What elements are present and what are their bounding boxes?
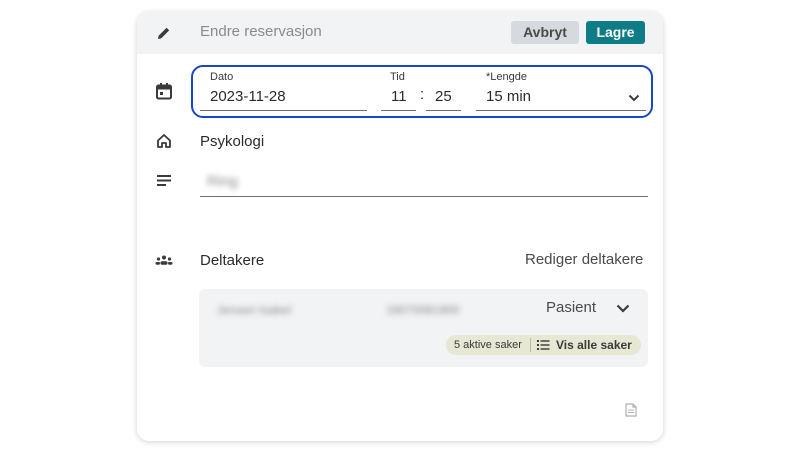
edit-participants-button[interactable]: Rediger deltakere [525, 251, 643, 268]
chevron-down-icon[interactable] [616, 304, 630, 313]
hour-underline [381, 110, 416, 111]
group-icon [155, 255, 173, 265]
time-separator: : [420, 86, 425, 103]
cases-divider [530, 338, 531, 352]
chevron-down-icon[interactable] [628, 94, 640, 102]
minute-underline [426, 110, 461, 111]
date-input[interactable]: 2023-11-28 [210, 88, 286, 105]
cancel-button[interactable]: Avbryt [511, 21, 579, 44]
minute-input[interactable]: 25 [435, 88, 452, 105]
description-input[interactable]: Ring [200, 166, 648, 197]
card-header: Endre reservasjon Avbryt Lagre [137, 12, 663, 54]
date-underline [200, 110, 367, 111]
participant-card[interactable]: Jensen Isabel 19070081900 Pasient 5 akti… [199, 289, 648, 367]
pencil-icon [158, 27, 170, 39]
notes-icon [157, 175, 171, 186]
location-name: Psykologi [200, 133, 265, 150]
time-label: Tid [390, 71, 405, 83]
length-label: *Lengde [486, 71, 527, 83]
cases-badge[interactable]: 5 aktive saker Vis alle saker [446, 335, 641, 355]
datetime-group: Dato 2023-11-28 Tid 11 : 25 *Lengde 15 m… [191, 65, 653, 118]
show-all-cases-link[interactable]: Vis alle saker [556, 338, 632, 352]
edit-reservation-card: Endre reservasjon Avbryt Lagre Dato 2023… [137, 12, 663, 441]
document-icon[interactable] [625, 403, 637, 417]
description-value: Ring [207, 173, 238, 190]
home-icon [157, 134, 171, 148]
active-cases-count: 5 aktive saker [454, 339, 522, 351]
length-underline [476, 110, 646, 111]
hour-input[interactable]: 11 [391, 88, 407, 105]
participants-label: Deltakere [200, 252, 265, 269]
date-label: Dato [210, 71, 234, 83]
save-button[interactable]: Lagre [586, 21, 645, 44]
list-icon [537, 340, 550, 350]
calendar-icon [156, 83, 172, 100]
participant-id: 19070081900 [386, 303, 460, 317]
length-select[interactable]: 15 min [486, 88, 531, 105]
participant-role: Pasient [546, 299, 597, 316]
participant-name: Jensen Isabel [217, 303, 292, 317]
header-title: Endre reservasjon [200, 23, 322, 40]
